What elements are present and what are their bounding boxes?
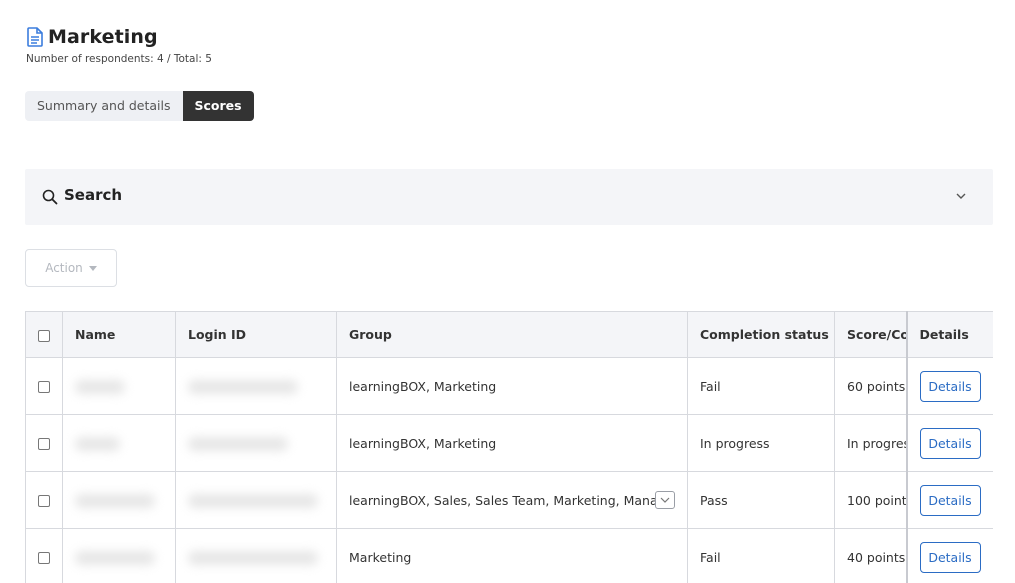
login-id-cell-blurred: [175, 357, 337, 415]
action-dropdown-button[interactable]: Action: [25, 249, 117, 287]
details-button[interactable]: Details: [919, 427, 981, 459]
header-group[interactable]: Group: [336, 311, 688, 358]
search-label: Search: [64, 186, 123, 204]
group-cell: learningBOX, Marketing: [336, 414, 688, 472]
login-id-cell-blurred: [175, 528, 337, 583]
header-login-id[interactable]: Login ID: [175, 311, 337, 358]
search-panel[interactable]: Search: [25, 169, 993, 225]
page-title: Marketing: [48, 26, 158, 48]
group-cell: learningBOX, Marketing: [336, 357, 688, 415]
row-select-cell: [25, 357, 63, 415]
row-select-cell: [25, 528, 63, 583]
status-cell: Fail: [687, 357, 835, 415]
page-header: Marketing: [26, 26, 158, 48]
tab-scores[interactable]: Scores: [182, 91, 254, 121]
table-row: learningBOX, Sales, Sales Team, Marketin…: [25, 471, 993, 529]
group-cell: learningBOX, Sales, Sales Team, Marketin…: [336, 471, 688, 529]
row-select-cell: [25, 471, 63, 529]
select-all-checkbox[interactable]: [38, 329, 50, 342]
details-cell: Details: [905, 528, 993, 583]
name-cell-blurred: [62, 357, 176, 415]
score-cell: 60 points: [834, 357, 907, 415]
scores-table: Name Login ID Group Completion status Sc…: [25, 311, 993, 583]
row-select-cell: [25, 414, 63, 472]
login-id-cell-blurred: [175, 414, 337, 472]
details-cell: Details: [905, 357, 993, 415]
status-cell: Pass: [687, 471, 835, 529]
score-cell: 40 points: [834, 528, 907, 583]
header-name[interactable]: Name: [62, 311, 176, 358]
details-button[interactable]: Details: [919, 370, 981, 402]
table-row: learningBOX, Marketing In progress In pr…: [25, 414, 993, 472]
tab-bar: Summary and details Scores: [25, 91, 254, 121]
document-icon: [27, 27, 43, 47]
chevron-down-icon: [660, 497, 670, 503]
header-completion-status[interactable]: Completion status: [687, 311, 835, 358]
chevron-down-icon[interactable]: [955, 190, 967, 202]
header-details: Details: [905, 311, 993, 358]
row-checkbox[interactable]: [38, 552, 50, 564]
group-text: learningBOX, Sales, Sales Team, Marketin…: [349, 492, 658, 508]
status-cell: Fail: [687, 528, 835, 583]
score-cell: In progress: [834, 414, 907, 472]
name-cell-blurred: [62, 414, 176, 472]
action-label: Action: [45, 261, 83, 275]
tab-summary-and-details[interactable]: Summary and details: [25, 91, 183, 121]
table-row: Marketing Fail 40 points Details: [25, 528, 993, 583]
header-score[interactable]: Score/Co: [834, 311, 907, 358]
score-cell: 100 points: [834, 471, 907, 529]
details-cell: Details: [905, 471, 993, 529]
login-id-cell-blurred: [175, 471, 337, 529]
row-checkbox[interactable]: [38, 381, 50, 393]
details-cell: Details: [905, 414, 993, 472]
caret-down-icon: [88, 265, 97, 271]
details-button[interactable]: Details: [919, 484, 981, 516]
select-all-cell: [25, 311, 63, 358]
name-cell-blurred: [62, 528, 176, 583]
table-row: learningBOX, Marketing Fail 60 points De…: [25, 357, 993, 415]
group-cell: Marketing: [336, 528, 688, 583]
row-checkbox[interactable]: [38, 438, 50, 450]
table-header-row: Name Login ID Group Completion status Sc…: [25, 311, 993, 358]
scores-table-container: Name Login ID Group Completion status Sc…: [25, 311, 993, 583]
expand-group-button[interactable]: [655, 491, 675, 509]
respondent-count: Number of respondents: 4 / Total: 5: [26, 53, 212, 65]
row-checkbox[interactable]: [38, 495, 50, 507]
details-button[interactable]: Details: [919, 541, 981, 573]
search-icon: [42, 189, 58, 205]
status-cell: In progress: [687, 414, 835, 472]
name-cell-blurred: [62, 471, 176, 529]
